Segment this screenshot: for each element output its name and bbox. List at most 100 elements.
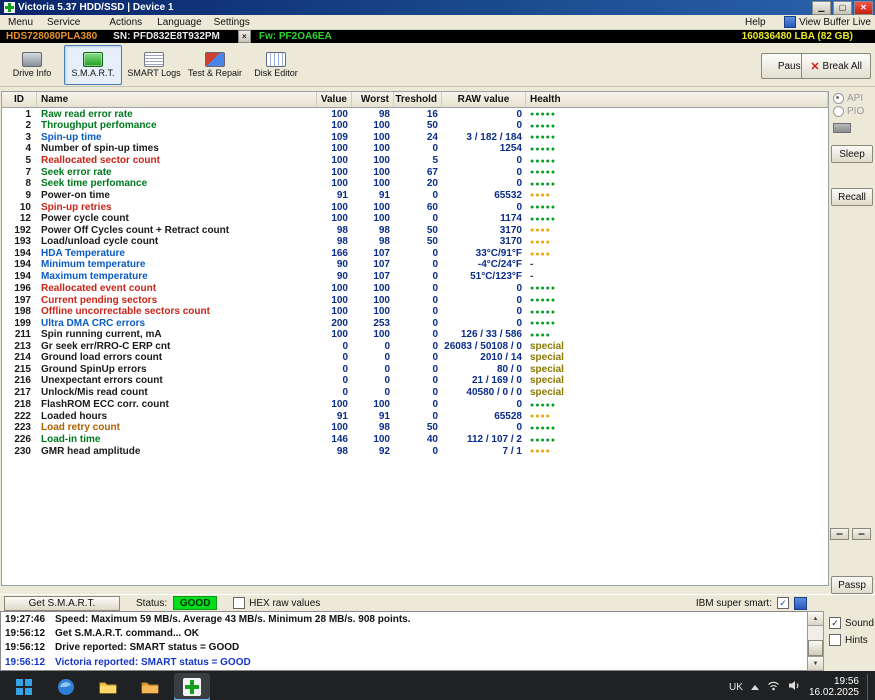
- scroll-track[interactable]: [808, 626, 823, 656]
- wifi-icon[interactable]: [767, 680, 780, 694]
- attr-worst: 0: [384, 341, 394, 353]
- attr-health: special: [526, 341, 828, 353]
- pio-radio[interactable]: PIO: [833, 106, 864, 117]
- table-row[interactable]: 226Load-in time14610040112 / 107 / 2●●●●…: [2, 434, 828, 446]
- log-entry: 19:56:12Get S.M.A.R.T. command... OK: [5, 627, 803, 641]
- browser-icon[interactable]: [48, 673, 84, 700]
- table-row[interactable]: 215Ground SpinUp errors00080 / 0special: [2, 364, 828, 376]
- show-desktop-button[interactable]: [867, 674, 871, 700]
- start-button[interactable]: [6, 673, 42, 700]
- menu-item-help[interactable]: Help: [745, 17, 766, 28]
- sleep-button[interactable]: Sleep: [831, 145, 873, 163]
- smart-logs-button[interactable]: SMART Logs: [125, 45, 183, 85]
- table-row[interactable]: 217Unlock/Mis read count00040580 / 0 / 0…: [2, 387, 828, 399]
- log-area[interactable]: 19:27:46Speed: Maximum 59 MB/s. Average …: [0, 611, 807, 671]
- table-row[interactable]: 211Spin running current, mA1001000126 / …: [2, 329, 828, 341]
- table-row[interactable]: 4Number of spin-up times10010001254●●●●●: [2, 143, 828, 155]
- clock[interactable]: 19:56 16.02.2025: [809, 676, 859, 698]
- victoria-taskbar-icon[interactable]: [174, 673, 210, 700]
- maximize-button[interactable]: ▢: [833, 1, 852, 15]
- table-row[interactable]: 12Power cycle count10010001174●●●●●: [2, 213, 828, 225]
- header-worst[interactable]: Worst: [352, 92, 394, 107]
- minimize-button[interactable]: ▁: [812, 1, 831, 15]
- table-row[interactable]: 230GMR head amplitude989207 / 1●●●●: [2, 445, 828, 457]
- table-row[interactable]: 194HDA Temperature166107033°C/91°F●●●●: [2, 248, 828, 260]
- header-value[interactable]: Value: [317, 92, 352, 107]
- header-name[interactable]: Name: [37, 92, 317, 107]
- table-row[interactable]: 192Power Off Cycles count + Retract coun…: [2, 224, 828, 236]
- attr-id: 10: [20, 202, 37, 214]
- header-treshold[interactable]: Treshold: [394, 92, 442, 107]
- language-indicator[interactable]: UK: [729, 682, 743, 693]
- table-row[interactable]: 7Seek error rate100100670●●●●●: [2, 166, 828, 178]
- table-row[interactable]: 193Load/unload cycle count9898503170●●●●: [2, 236, 828, 248]
- chevron-up-icon[interactable]: [751, 685, 759, 690]
- api-radio-circle: [833, 93, 844, 104]
- table-row[interactable]: 194Minimum temperature901070-4°C/24°F-: [2, 259, 828, 271]
- mini-button-right[interactable]: ▬: [852, 528, 871, 540]
- led-indicator: [833, 123, 851, 133]
- table-row[interactable]: 10Spin-up retries100100600●●●●●: [2, 201, 828, 213]
- header-id[interactable]: ID: [2, 92, 37, 107]
- recall-button[interactable]: Recall: [831, 188, 873, 206]
- volume-icon[interactable]: [788, 680, 801, 694]
- table-row[interactable]: 216Unexpectant errors count00021 / 169 /…: [2, 375, 828, 387]
- drive-info-button[interactable]: Drive Info: [3, 45, 61, 85]
- get-smart-button[interactable]: Get S.M.A.R.T.: [4, 596, 120, 611]
- menu-item-menu[interactable]: Menu: [8, 17, 33, 28]
- header-health[interactable]: Health: [526, 92, 828, 107]
- view-buffer-live[interactable]: View Buffer Live: [784, 16, 871, 28]
- attr-value: 109: [331, 132, 352, 144]
- ibm-super-smart[interactable]: IBM super smart: ✓: [696, 597, 807, 610]
- attr-id: 226: [14, 434, 37, 446]
- table-row[interactable]: 196Reallocated event count10010000●●●●●: [2, 282, 828, 294]
- ibm-checkbox-box: ✓: [777, 597, 789, 609]
- menu-item-service[interactable]: Service: [47, 17, 80, 28]
- hex-raw-values-checkbox[interactable]: HEX raw values: [233, 597, 320, 609]
- disk-editor-button[interactable]: Disk Editor: [247, 45, 305, 85]
- sound-checkbox[interactable]: ✓ Sound: [829, 617, 875, 629]
- test-repair-button[interactable]: Test & Repair: [186, 45, 244, 85]
- passp-button[interactable]: Passp: [831, 576, 873, 594]
- drive-model[interactable]: HDS728080PLA380: [0, 31, 97, 42]
- device-tab-close-button[interactable]: ×: [238, 30, 251, 43]
- scroll-down-icon[interactable]: ▼: [808, 656, 823, 670]
- table-row[interactable]: 223Load retry count10098500●●●●●: [2, 422, 828, 434]
- close-button[interactable]: ✕: [854, 1, 873, 15]
- explorer-icon[interactable]: [90, 673, 126, 700]
- break-all-button[interactable]: ✕ Break All: [801, 53, 871, 79]
- app2-icon[interactable]: [132, 673, 168, 700]
- attr-worst: 92: [379, 446, 394, 458]
- attr-id: 223: [14, 422, 37, 434]
- table-row[interactable]: 9Power-on time9191065532●●●●: [2, 189, 828, 201]
- table-row[interactable]: 222Loaded hours9191065528●●●●: [2, 410, 828, 422]
- menu-item-settings[interactable]: Settings: [214, 17, 250, 28]
- attr-health: special: [526, 364, 828, 376]
- table-row[interactable]: 8Seek time perfomance100100200●●●●●: [2, 178, 828, 190]
- attr-id: 222: [14, 411, 37, 423]
- table-row[interactable]: 218FlashROM ECC corr. count10010000●●●●●: [2, 399, 828, 411]
- table-row[interactable]: 197Current pending sectors10010000●●●●●: [2, 294, 828, 306]
- scroll-up-icon[interactable]: ▲: [808, 612, 823, 626]
- menu-item-language[interactable]: Language: [157, 17, 202, 28]
- hints-checkbox[interactable]: Hints: [829, 634, 875, 646]
- menu-item-actions[interactable]: Actions: [109, 17, 142, 28]
- log-scrollbar[interactable]: ▲ ▼: [807, 611, 824, 671]
- table-row[interactable]: 198Offline uncorrectable sectors count10…: [2, 306, 828, 318]
- smart-button[interactable]: S.M.A.R.T.: [64, 45, 122, 85]
- scroll-thumb[interactable]: [808, 640, 823, 656]
- table-row[interactable]: 5Reallocated sector count10010050●●●●●: [2, 155, 828, 167]
- mini-button-left[interactable]: ▬: [830, 528, 849, 540]
- table-row[interactable]: 194Maximum temperature90107051°C/123°F-: [2, 271, 828, 283]
- table-row[interactable]: 3Spin-up time109100243 / 182 / 184●●●●●: [2, 131, 828, 143]
- attr-raw-value: 51°C/123°F: [470, 271, 526, 283]
- table-row[interactable]: 1Raw read error rate10098160●●●●●: [2, 108, 828, 120]
- table-row[interactable]: 214Ground load errors count0002010 / 14s…: [2, 352, 828, 364]
- attr-id: 12: [20, 213, 37, 225]
- attr-treshold: 0: [432, 352, 442, 364]
- api-radio[interactable]: API: [833, 93, 863, 104]
- header-raw-value[interactable]: RAW value: [442, 92, 526, 107]
- table-row[interactable]: 213Gr seek err/RRO-C ERP cnt00026083 / 5…: [2, 341, 828, 353]
- table-row[interactable]: 2Throughput perfomance100100500●●●●●: [2, 120, 828, 132]
- table-row[interactable]: 199Ultra DMA CRC errors20025300●●●●●: [2, 317, 828, 329]
